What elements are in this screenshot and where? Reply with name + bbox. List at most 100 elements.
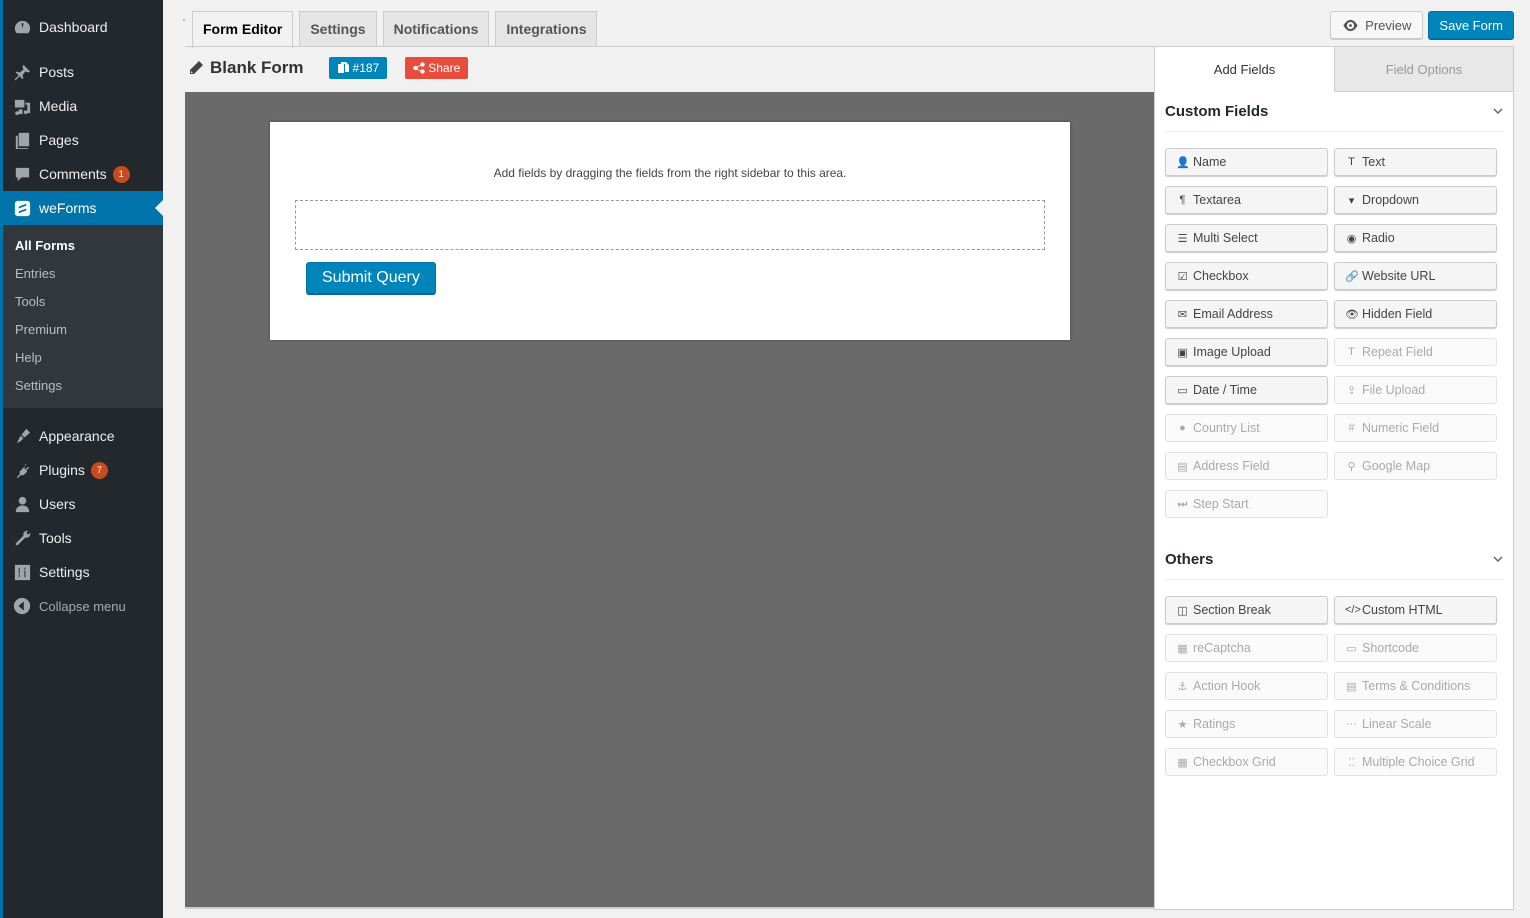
field-button-repeat-field[interactable]: T Repeat Field: [1334, 338, 1497, 366]
image-upload-icon: ▣: [1177, 346, 1188, 359]
field-button-custom-html[interactable]: </> Custom HTML: [1334, 596, 1497, 624]
custom-fields-header[interactable]: Custom Fields: [1165, 92, 1503, 132]
form-id-badge[interactable]: #187: [328, 57, 388, 79]
submenu-settings[interactable]: Settings: [3, 372, 163, 400]
preview-label: Preview: [1365, 17, 1412, 33]
sidebar-item-plugins[interactable]: Plugins 7: [3, 453, 163, 487]
field-button-label: Textarea: [1193, 193, 1241, 207]
field-button-label: Website URL: [1362, 269, 1436, 283]
share-icon: [413, 62, 425, 74]
linear-scale-icon: ···: [1346, 718, 1357, 730]
field-button-label: Linear Scale: [1362, 717, 1432, 731]
field-button-date-time[interactable]: ▭ Date / Time: [1165, 376, 1328, 404]
others-grid: ◫ Section Break </> Custom HTML ▦ reCaptcha ▭ S…: [1165, 596, 1503, 776]
tab-integrations[interactable]: Integrations: [495, 11, 598, 47]
sidebar-item-label: Posts: [39, 64, 75, 80]
field-button-name[interactable]: 👤 Name: [1165, 148, 1328, 176]
repeat-field-icon: T: [1348, 346, 1355, 358]
multi-select-icon: ☰: [1177, 232, 1188, 245]
chevron-down-icon[interactable]: [1493, 551, 1503, 569]
field-button-numeric-field[interactable]: # Numeric Field: [1334, 414, 1497, 442]
custom-fields-grid: 👤 Name T Text ¶ Textarea ▾ Dropdown ☰ Multi Selec…: [1165, 148, 1503, 518]
sidebar-item-tools[interactable]: Tools: [3, 521, 163, 555]
sidebar-item-label: Media: [39, 98, 78, 114]
radio-icon: ◉: [1346, 232, 1357, 245]
field-button-country-list[interactable]: ● Country List: [1165, 414, 1328, 442]
checkbox-icon: ☑: [1177, 270, 1188, 283]
field-button-file-upload[interactable]: ⇪ File Upload: [1334, 376, 1497, 404]
tab-form-editor[interactable]: Form Editor: [192, 11, 294, 48]
field-button-recaptcha[interactable]: ▦ reCaptcha: [1165, 634, 1328, 662]
collapse-menu-label: Collapse menu: [39, 598, 126, 614]
field-button-google-map[interactable]: ⚲ Google Map: [1334, 452, 1497, 480]
tab-add-fields[interactable]: Add Fields: [1155, 46, 1334, 92]
collapse-menu-button[interactable]: Collapse menu: [3, 589, 163, 623]
preview-button[interactable]: Preview: [1330, 11, 1424, 39]
submit-query-button[interactable]: Submit Query: [306, 262, 436, 295]
field-button-label: Address Field: [1193, 459, 1270, 473]
tick-mark: ': [183, 18, 185, 29]
sidebar-item-dashboard[interactable]: Dashboard: [3, 10, 163, 44]
field-button-address-field[interactable]: ▤ Address Field: [1165, 452, 1328, 480]
field-button-multiple-choice-grid[interactable]: ⁚⁚ Multiple Choice Grid: [1334, 748, 1497, 776]
sidebar-item-pages[interactable]: Pages: [3, 123, 163, 157]
email-address-icon: ✉: [1177, 308, 1188, 321]
save-form-button[interactable]: Save Form: [1428, 11, 1514, 39]
field-button-linear-scale[interactable]: ··· Linear Scale: [1334, 710, 1497, 738]
field-button-checkbox-grid[interactable]: ▦ Checkbox Grid: [1165, 748, 1328, 776]
field-button-label: Custom HTML: [1362, 603, 1443, 617]
field-button-checkbox[interactable]: ☑ Checkbox: [1165, 262, 1328, 290]
field-button-section-break[interactable]: ◫ Section Break: [1165, 596, 1328, 624]
text-icon: T: [1348, 156, 1355, 168]
multiple-choice-grid-icon: ⁚⁚: [1348, 756, 1355, 769]
form-title[interactable]: Blank Form: [210, 58, 304, 78]
field-button-radio[interactable]: ◉ Radio: [1334, 224, 1497, 252]
shortcode-icon: ▭: [1346, 642, 1357, 655]
submenu-entries[interactable]: Entries: [3, 260, 163, 288]
field-button-label: Date / Time: [1193, 383, 1257, 397]
sidebar-item-users[interactable]: Users: [3, 487, 163, 521]
field-button-ratings[interactable]: ★ Ratings: [1165, 710, 1328, 738]
submenu-tools[interactable]: Tools: [3, 288, 163, 316]
share-button[interactable]: Share: [405, 57, 469, 79]
submenu-help[interactable]: Help: [3, 344, 163, 372]
field-button-dropdown[interactable]: ▾ Dropdown: [1334, 186, 1497, 214]
sidebar-item-label: Appearance: [39, 428, 115, 444]
field-button-hidden-field[interactable]: 👁 Hidden Field: [1334, 300, 1497, 328]
sidebar-item-settings[interactable]: Settings: [3, 555, 163, 589]
field-button-label: Checkbox Grid: [1193, 755, 1276, 769]
field-button-label: Multi Select: [1193, 231, 1258, 245]
field-button-terms-conditions[interactable]: ▤ Terms & Conditions: [1334, 672, 1497, 700]
field-button-website-url[interactable]: 🔗 Website URL: [1334, 262, 1497, 290]
pencil-icon[interactable]: [188, 60, 204, 76]
field-button-step-start[interactable]: ⏭ Step Start: [1165, 490, 1328, 518]
field-button-shortcode[interactable]: ▭ Shortcode: [1334, 634, 1497, 662]
admin-sidebar: Dashboard Posts Media Pages Comments 1 w…: [0, 0, 163, 918]
field-button-email-address[interactable]: ✉ Email Address: [1165, 300, 1328, 328]
field-button-text[interactable]: T Text: [1334, 148, 1497, 176]
field-button-image-upload[interactable]: ▣ Image Upload: [1165, 338, 1328, 366]
others-header[interactable]: Others: [1165, 540, 1503, 580]
tab-field-options[interactable]: Field Options: [1334, 46, 1513, 92]
sidebar-item-posts[interactable]: Posts: [3, 55, 163, 89]
sidebar-item-appearance[interactable]: Appearance: [3, 419, 163, 453]
file-upload-icon: ⇪: [1346, 384, 1357, 397]
chevron-down-icon[interactable]: [1493, 103, 1503, 121]
submenu-premium[interactable]: Premium: [3, 316, 163, 344]
field-button-label: Action Hook: [1193, 679, 1261, 693]
checkbox-grid-icon: ▦: [1177, 756, 1188, 769]
field-button-label: Ratings: [1193, 717, 1236, 731]
numeric-field-icon: #: [1348, 422, 1355, 434]
field-button-multi-select[interactable]: ☰ Multi Select: [1165, 224, 1328, 252]
tab-notifications[interactable]: Notifications: [382, 11, 490, 47]
field-button-textarea[interactable]: ¶ Textarea: [1165, 186, 1328, 214]
sidebar-item-media[interactable]: Media: [3, 89, 163, 123]
tab-settings[interactable]: Settings: [299, 11, 377, 47]
custom-html-icon: </>: [1345, 604, 1361, 616]
sidebar-item-comments[interactable]: Comments 1: [3, 157, 163, 191]
submenu-all-forms[interactable]: All Forms: [3, 232, 163, 260]
field-dropzone[interactable]: [295, 200, 1045, 250]
sidebar-item-weforms[interactable]: weForms: [3, 191, 163, 225]
field-button-action-hook[interactable]: ⚓ Action Hook: [1165, 672, 1328, 700]
hidden-field-icon: 👁: [1345, 308, 1359, 321]
